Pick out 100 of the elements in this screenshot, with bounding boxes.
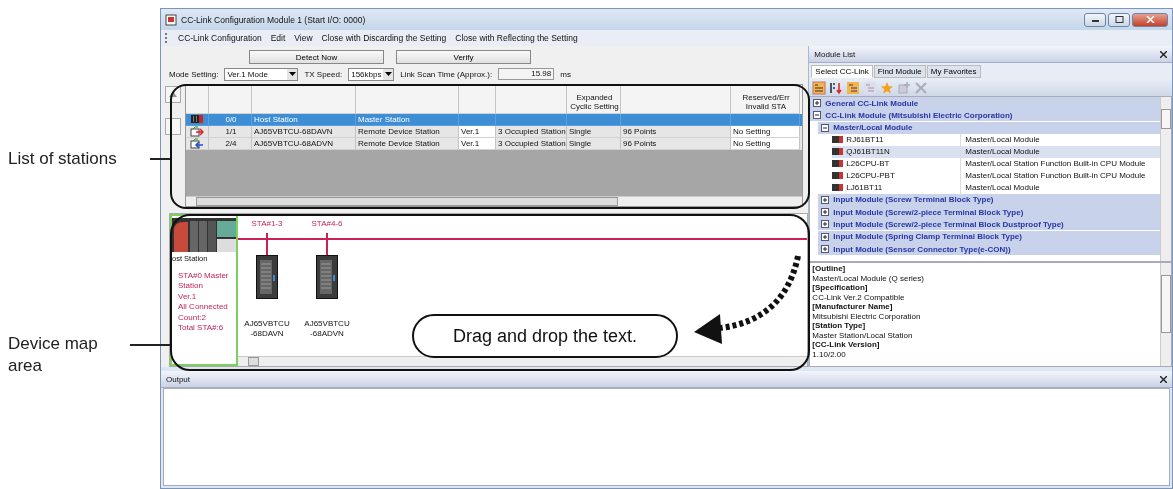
tree-group-row[interactable]: Master/Local Module (818, 121, 1160, 134)
window-title: CC-Link Configuration Module 1 (Start I/O: 0000) (181, 14, 366, 25)
annotation-label: Device map area (8, 333, 99, 377)
module-icon (832, 172, 844, 180)
detail-heading: [Manufacturer Name] (812, 302, 894, 312)
panel-title: Output (166, 374, 190, 384)
close-button[interactable] (1132, 12, 1168, 27)
menu-item[interactable]: Edit (270, 33, 286, 43)
close-icon (1145, 16, 1155, 23)
vertical-scrollbar[interactable] (1160, 263, 1171, 366)
detail-text: Master Station/Local Station (812, 330, 914, 340)
table-cell: 2/4 (225, 138, 237, 148)
detail-text: 1.10/2.00 (812, 349, 847, 359)
dropdown-arrow-icon (384, 72, 392, 77)
expand-all-icon[interactable] (846, 80, 861, 95)
table-cell: AJ65VBTCU-68DAVN (254, 126, 333, 136)
expand-icon[interactable] (821, 195, 830, 204)
column-header[interactable] (186, 84, 209, 114)
horizontal-scrollbar[interactable] (238, 356, 808, 366)
column-header[interactable]: Reserved/Err Invalid STA (731, 84, 800, 114)
module-icon (832, 160, 844, 168)
close-icon[interactable] (1160, 375, 1167, 383)
unit-label: ms (560, 69, 571, 79)
expand-icon[interactable] (821, 232, 830, 241)
remote-station-icon (190, 137, 204, 149)
table-cell: 3 Occupied Station (498, 138, 566, 148)
toolbar-button[interactable]: Verify (396, 50, 531, 65)
drop-line (266, 232, 268, 255)
tree-group-row[interactable]: Input Module (Spring Clamp Terminal Block Type) (818, 230, 1160, 243)
tab[interactable]: My Favorites (926, 65, 981, 78)
module-icon (832, 148, 844, 156)
annotation-label: List of stations (8, 148, 118, 170)
device-label: AJ65VBTCU -68DAVN (244, 318, 290, 339)
device-label: AJ65VBTCU -68ADVN (304, 318, 350, 339)
field-label: TX Speed: (304, 69, 343, 79)
dropdown[interactable]: 156kbps (348, 67, 395, 81)
station-range: STA#1-3 (251, 218, 283, 230)
module-icon (832, 184, 844, 192)
tree-group-row[interactable]: General CC-Link Module (810, 97, 1160, 109)
expand-icon[interactable] (821, 208, 830, 217)
dropdown-arrow-icon (288, 72, 296, 77)
maximize-button[interactable] (1108, 12, 1130, 27)
sort-icon[interactable] (829, 80, 844, 95)
column-header[interactable]: Expanded Cyclic Setting (567, 84, 621, 114)
field-label: Mode Setting: (169, 69, 219, 79)
station-info: STA#0 Master Station (178, 270, 230, 292)
master-station-icon (191, 115, 203, 124)
expand-icon[interactable] (821, 220, 830, 229)
minimize-button[interactable] (1084, 12, 1106, 27)
module-icon (832, 136, 844, 144)
table-cell: Remote Device Station (358, 126, 440, 136)
leader-line (130, 344, 170, 346)
star-icon[interactable] (880, 80, 895, 95)
callout-bubble: Drag and drop the text. (412, 314, 678, 358)
tab[interactable]: Find Module (873, 65, 926, 78)
station-info: Ver.1 (178, 291, 198, 303)
plc-rack-drawing (172, 217, 236, 252)
table-cell: Single (569, 126, 592, 136)
category-icon[interactable] (812, 80, 827, 95)
toolbar-button[interactable]: Detect Now (249, 50, 384, 65)
tab[interactable]: Select CC-Link (811, 65, 873, 78)
expand-icon[interactable] (813, 99, 822, 107)
menu-item[interactable]: CC-Link Configuration (178, 33, 262, 43)
move-up-button[interactable] (165, 85, 181, 103)
tree-group-row[interactable]: Input Module (Sensor Connector Type(e-CON)) (818, 243, 1160, 256)
column-header[interactable] (496, 84, 567, 114)
table-cell: No Setting (733, 126, 771, 136)
column-header[interactable] (252, 84, 356, 114)
table-cell: 0/0 (225, 114, 237, 124)
table-cell: Host Station (254, 114, 298, 124)
detail-heading: [Specification] (812, 283, 869, 293)
collapse-icon[interactable] (821, 123, 830, 132)
table-cell: Master Station (358, 114, 410, 124)
dropdown[interactable]: Ver.1 Mode (224, 67, 299, 81)
expand-icon[interactable] (821, 245, 830, 254)
horizontal-scrollbar[interactable] (186, 195, 802, 206)
table-cell: Ver.1 (461, 138, 480, 148)
menu-item[interactable]: View (294, 33, 313, 43)
collapse-icon[interactable] (813, 111, 822, 120)
detail-text: CC-Link Ver.2 Compatible (812, 292, 906, 302)
station-range: STA#4-6 (311, 218, 343, 230)
detail-text: Master/Local Module (Q series) (812, 273, 925, 283)
table-cell: Remote Device Station (358, 138, 440, 148)
tree-group-row[interactable]: Input Module (Screw/2-piece Terminal Block Type) (818, 206, 1160, 219)
tree-group-row[interactable]: CC-Link Module (Mitsubishi Electric Corporation) (810, 109, 1160, 122)
scan-time-field: 15.98 (498, 68, 555, 81)
close-icon[interactable] (1160, 50, 1167, 58)
column-header[interactable] (459, 84, 496, 114)
station-info: All Connected Count:2 (178, 302, 229, 324)
vertical-scrollbar[interactable] (1160, 97, 1171, 261)
table-cell: 1/1 (225, 126, 237, 136)
table-cell: 3 Occupied Station (498, 126, 566, 136)
menu-item[interactable]: Close with Discarding the Setting (321, 33, 447, 43)
column-header[interactable] (209, 84, 252, 114)
detail-text: Mitsubishi Electric Corporation (812, 311, 922, 321)
leader-line (150, 158, 172, 160)
table-cell: AJ65VBTCU-68ADVN (254, 138, 334, 148)
tree-group-row[interactable]: Input Module (Screw/2-piece Terminal Block Dustproof Type) (818, 218, 1160, 231)
menu-item[interactable]: Close with Reflecting the Setting (455, 33, 578, 43)
station-info: Total STA#:6 (178, 323, 225, 334)
